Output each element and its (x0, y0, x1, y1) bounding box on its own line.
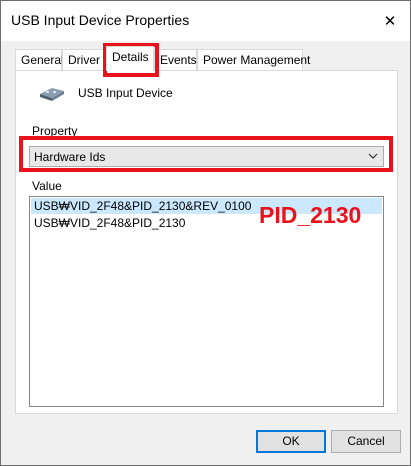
window-title: USB Input Device Properties (11, 12, 190, 28)
pid-annotation: PID_2130 (259, 202, 362, 228)
property-selected-value: Hardware Ids (34, 150, 106, 164)
tab-label: Driver (68, 53, 100, 67)
tab-label: Events (160, 53, 197, 67)
tab-label: Details (112, 50, 149, 64)
title-bar: USB Input Device Properties ✕ (1, 1, 410, 41)
properties-dialog: USB Input Device Properties ✕ General Dr… (0, 0, 411, 466)
device-name: USB Input Device (78, 86, 173, 100)
details-panel: USB Input Device Property Hardware Ids V… (15, 70, 398, 414)
tab-label: General (21, 53, 64, 67)
close-button[interactable]: ✕ (376, 7, 404, 35)
tab-details[interactable]: Details (106, 46, 154, 71)
cancel-button[interactable]: Cancel (331, 430, 401, 453)
close-icon: ✕ (383, 13, 397, 30)
tab-general[interactable]: General (15, 49, 64, 70)
tab-driver[interactable]: Driver (62, 49, 106, 70)
property-dropdown[interactable]: Hardware Ids (29, 146, 384, 167)
property-label: Property (32, 124, 78, 138)
tab-power-management[interactable]: Power Management (197, 49, 310, 70)
tab-label: Power Management (203, 53, 311, 67)
tab-events[interactable]: Events (154, 49, 197, 70)
usb-device-icon (40, 88, 64, 101)
ok-button[interactable]: OK (256, 430, 326, 453)
chevron-down-icon (368, 153, 378, 159)
value-label: Value (32, 179, 62, 193)
